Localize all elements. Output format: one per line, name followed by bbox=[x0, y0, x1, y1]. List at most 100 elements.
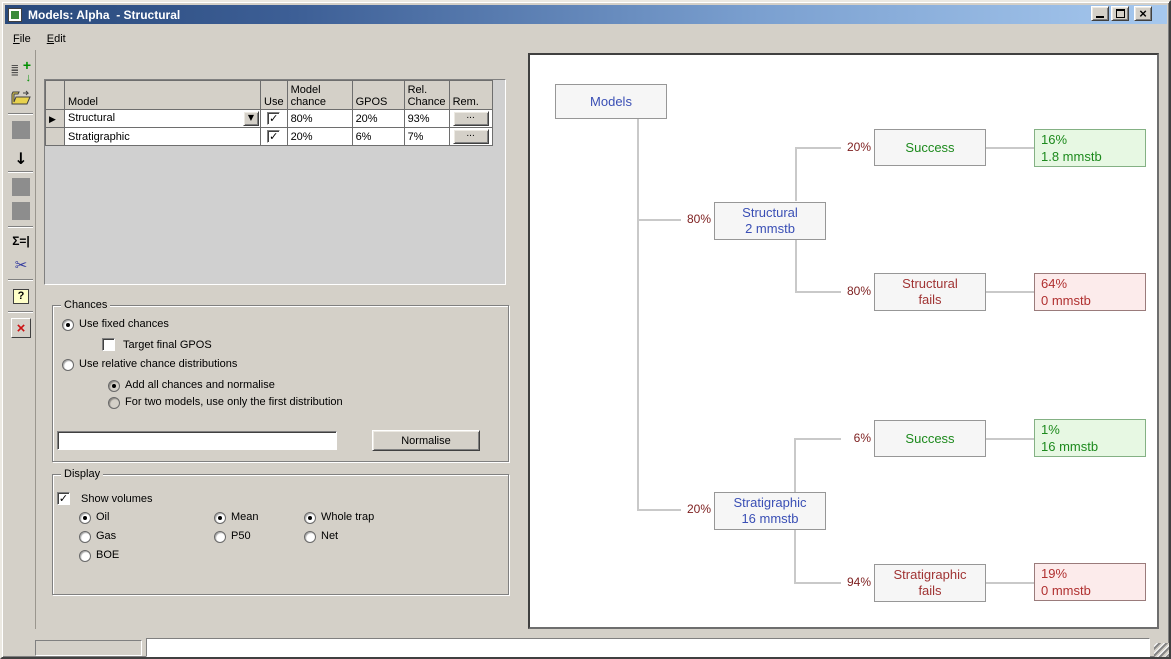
net-label[interactable]: Net bbox=[321, 530, 338, 542]
whole-trap-label[interactable]: Whole trap bbox=[321, 511, 374, 523]
remarks-button[interactable]: ... bbox=[453, 129, 489, 144]
sum-button[interactable]: Σ=| bbox=[9, 229, 33, 253]
boe-label[interactable]: BOE bbox=[96, 549, 119, 561]
use-fixed-chances-radio[interactable] bbox=[62, 319, 74, 331]
tree-node-stratigraphic-success[interactable]: Success bbox=[874, 420, 986, 457]
header-rem: Rem. bbox=[449, 81, 492, 110]
open-button[interactable] bbox=[9, 86, 33, 110]
move-down-button[interactable]: ↓ bbox=[9, 146, 33, 170]
check-icon: ✓ bbox=[59, 493, 68, 504]
first-distribution-radio[interactable] bbox=[108, 397, 120, 409]
model-grid: Model Use Model chance GPOS Rel. Chance … bbox=[44, 79, 506, 285]
close-button[interactable]: × bbox=[1134, 6, 1152, 21]
rem-cell: ... bbox=[449, 128, 492, 146]
rel-chance-cell[interactable]: 93% bbox=[404, 110, 449, 128]
header-use: Use bbox=[261, 81, 288, 110]
check-icon: ✓ bbox=[269, 113, 278, 124]
tree-node-stratigraphic-fails[interactable]: Stratigraphicfails bbox=[874, 564, 986, 602]
add-model-button[interactable]: ≡≡ + ↓ bbox=[9, 59, 33, 83]
open-folder-icon bbox=[11, 90, 31, 106]
gpos-cell[interactable]: 6% bbox=[352, 128, 404, 146]
help-button[interactable]: ? bbox=[9, 284, 33, 308]
model-chance-cell[interactable]: 20% bbox=[287, 128, 352, 146]
use-relative-chance-label[interactable]: Use relative chance distributions bbox=[79, 358, 237, 370]
model-dropdown-button[interactable]: ▼ bbox=[243, 111, 259, 126]
display-group: Display ✓ Show volumes Oil Gas BOE Mean … bbox=[52, 474, 509, 595]
rel-chance-cell[interactable]: 7% bbox=[404, 128, 449, 146]
tree-node-models[interactable]: Models bbox=[555, 84, 667, 119]
net-radio[interactable] bbox=[304, 531, 316, 543]
model-cell[interactable]: ▼ Structural bbox=[65, 110, 261, 128]
mean-radio[interactable] bbox=[214, 512, 226, 524]
mean-label[interactable]: Mean bbox=[231, 511, 259, 523]
use-checkbox[interactable]: ✓ bbox=[267, 130, 280, 143]
branch-pct-stratigraphic: 20% bbox=[673, 502, 711, 516]
tree-line bbox=[794, 529, 796, 583]
disabled-tool-button-3 bbox=[9, 199, 33, 223]
tree-node-structural-fails[interactable]: Structuralfails bbox=[874, 273, 986, 311]
header-gpos: GPOS bbox=[352, 81, 404, 110]
tree-node-structural[interactable]: Structural2 mmstb bbox=[714, 202, 826, 240]
branch-pct-structural: 80% bbox=[673, 212, 711, 226]
show-volumes-label[interactable]: Show volumes bbox=[81, 493, 153, 505]
add-all-chances-radio[interactable] bbox=[108, 380, 120, 392]
result-structural-fails[interactable]: 64% 0 mmstb bbox=[1034, 273, 1146, 311]
tree-node-structural-success[interactable]: Success bbox=[874, 129, 986, 166]
branch-pct-structural-success: 20% bbox=[831, 140, 871, 154]
gas-label[interactable]: Gas bbox=[96, 530, 116, 542]
tree-panel: Models 80% Structural2 mmstb 20% Success… bbox=[528, 53, 1159, 629]
use-relative-chance-radio[interactable] bbox=[62, 359, 74, 371]
target-final-gpos-checkbox[interactable] bbox=[102, 338, 115, 351]
use-fixed-chances-label[interactable]: Use fixed chances bbox=[79, 318, 169, 330]
result-stratigraphic-fails[interactable]: 19% 0 mmstb bbox=[1034, 563, 1146, 601]
use-checkbox[interactable]: ✓ bbox=[267, 112, 280, 125]
normalise-button[interactable]: Normalise bbox=[372, 430, 480, 451]
first-distribution-label[interactable]: For two models, use only the first distr… bbox=[125, 396, 343, 408]
model-cell[interactable]: Stratigraphic bbox=[65, 128, 261, 146]
menu-edit[interactable]: Edit bbox=[39, 31, 74, 47]
oil-radio[interactable] bbox=[79, 512, 91, 524]
check-icon: ✓ bbox=[269, 131, 278, 142]
row-selector[interactable] bbox=[46, 128, 65, 146]
use-cell: ✓ bbox=[261, 110, 288, 128]
help-icon: ? bbox=[13, 289, 29, 304]
toolbar-separator bbox=[8, 226, 33, 228]
menu-file[interactable]: File bbox=[5, 31, 39, 47]
branch-pct-stratigraphic-fails: 94% bbox=[831, 575, 871, 589]
down-arrow-icon: ↓ bbox=[14, 149, 27, 168]
minimize-button[interactable] bbox=[1091, 6, 1109, 21]
boe-radio[interactable] bbox=[79, 550, 91, 562]
result-stratigraphic-success[interactable]: 1% 16 mmstb bbox=[1034, 419, 1146, 457]
maximize-button[interactable] bbox=[1111, 6, 1129, 21]
cut-button[interactable]: ✂ bbox=[9, 253, 33, 277]
model-chance-cell[interactable]: 80% bbox=[287, 110, 352, 128]
branch-pct-structural-fails: 80% bbox=[831, 284, 871, 298]
oil-label[interactable]: Oil bbox=[96, 511, 109, 523]
tree-node-stratigraphic[interactable]: Stratigraphic16 mmstb bbox=[714, 492, 826, 530]
status-cell-main bbox=[146, 638, 1150, 657]
blank-icon bbox=[12, 178, 30, 196]
status-cell-left bbox=[35, 640, 142, 656]
disabled-tool-button-2 bbox=[9, 175, 33, 199]
gpos-cell[interactable]: 20% bbox=[352, 110, 404, 128]
chances-group-label: Chances bbox=[61, 299, 110, 311]
remarks-button[interactable]: ... bbox=[453, 111, 489, 126]
p50-label[interactable]: P50 bbox=[231, 530, 251, 542]
app-window: Models: Alpha - Structural × File Edit ≡… bbox=[0, 0, 1171, 659]
gas-radio[interactable] bbox=[79, 531, 91, 543]
show-volumes-checkbox[interactable]: ✓ bbox=[57, 492, 70, 505]
delete-button[interactable]: × bbox=[9, 316, 33, 340]
chance-value-input[interactable] bbox=[57, 431, 337, 450]
resize-grip[interactable] bbox=[1154, 643, 1169, 658]
target-final-gpos-label[interactable]: Target final GPOS bbox=[123, 339, 212, 351]
titlebar[interactable]: Models: Alpha - Structural bbox=[5, 5, 1167, 24]
menubar: File Edit bbox=[5, 28, 1167, 49]
whole-trap-radio[interactable] bbox=[304, 512, 316, 524]
row-selector-arrow-icon: ▶ bbox=[49, 115, 56, 125]
toolbar-separator bbox=[8, 171, 33, 173]
branch-pct-stratigraphic-success: 6% bbox=[831, 431, 871, 445]
row-selector[interactable]: ▶ bbox=[46, 110, 65, 128]
result-structural-success[interactable]: 16% 1.8 mmstb bbox=[1034, 129, 1146, 167]
p50-radio[interactable] bbox=[214, 531, 226, 543]
add-all-chances-label[interactable]: Add all chances and normalise bbox=[125, 379, 275, 391]
